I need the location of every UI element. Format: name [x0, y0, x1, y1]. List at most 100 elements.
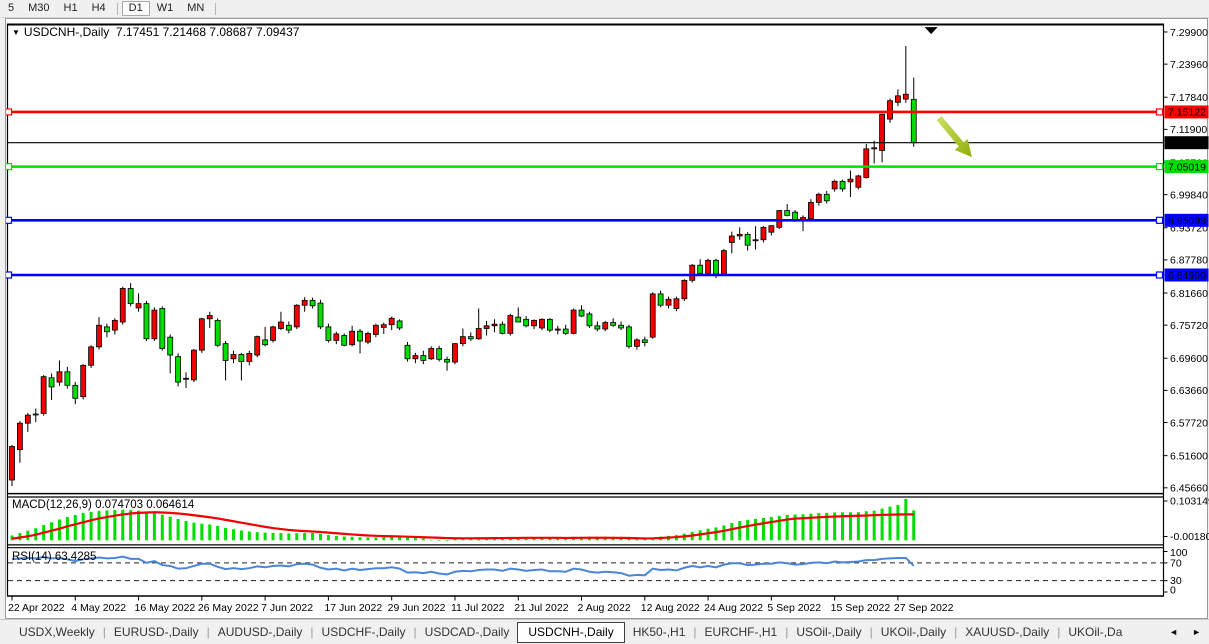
candle — [199, 318, 204, 353]
date-tick-label: 4 May 2022 — [71, 602, 126, 614]
candle — [824, 191, 829, 203]
tab-separator: | — [867, 625, 876, 639]
candle — [358, 329, 363, 353]
candle — [555, 326, 560, 335]
chart-tab-usdx-weekly[interactable]: USDX,Weekly — [14, 622, 100, 642]
candle — [397, 319, 402, 330]
macd-histogram-bar — [137, 511, 140, 541]
price-chart[interactable]: 7.299007.239607.178407.119007.057806.998… — [6, 19, 1209, 618]
level-handle[interactable] — [1157, 164, 1163, 170]
level-handle[interactable] — [6, 109, 12, 115]
candle — [191, 349, 196, 382]
chart-tab-audusd-daily[interactable]: AUDUSD-,Daily — [213, 622, 308, 642]
candle — [405, 342, 410, 361]
tab-separator: | — [307, 625, 316, 639]
level-handle[interactable] — [1157, 109, 1163, 115]
chart-window[interactable]: 7.299007.239607.178407.119007.057806.998… — [5, 18, 1208, 619]
macd-histogram-bar — [746, 520, 749, 540]
toolbar-separator — [215, 3, 216, 15]
timeframe-button-mn[interactable]: MN — [180, 1, 211, 16]
candle — [658, 291, 663, 308]
candle — [698, 259, 703, 276]
level-handle[interactable] — [6, 164, 12, 170]
triangle-down-marker[interactable] — [925, 27, 938, 34]
macd-histogram-bar — [327, 535, 330, 540]
macd-histogram-bar — [161, 515, 164, 541]
candle — [278, 312, 283, 330]
level-handle[interactable] — [1157, 217, 1163, 223]
level-handle[interactable] — [6, 217, 12, 223]
chart-tab-eurusd-daily[interactable]: EURUSD-,Daily — [109, 622, 204, 642]
level-handle[interactable] — [6, 272, 12, 278]
candle — [207, 312, 212, 328]
candle — [603, 321, 608, 331]
date-tick-label: 26 May 2022 — [198, 602, 259, 614]
chart-tab-usdchf-daily[interactable]: USDCHF-,Daily — [317, 622, 411, 642]
chart-tab-xauusd-daily[interactable]: XAUUSD-,Daily — [960, 622, 1054, 642]
date-tick-label: 11 Jul 2022 — [451, 602, 505, 614]
candle — [215, 318, 220, 347]
timeframe-button-d1[interactable]: D1 — [122, 1, 150, 16]
candle — [785, 204, 790, 216]
timeframe-button-w1[interactable]: W1 — [150, 1, 181, 16]
timeframe-button-m30[interactable]: M30 — [21, 1, 56, 16]
level-price-tag-text: 7.09437 — [1168, 138, 1206, 150]
tab-separator: | — [100, 625, 109, 639]
symbol-dropdown-icon[interactable]: ▼ — [12, 28, 20, 37]
tabs-scroll-left-icon[interactable]: ◄ — [1169, 627, 1178, 637]
price-tick-label: 6.69600 — [1170, 353, 1208, 365]
candle — [476, 308, 481, 339]
macd-histogram-bar — [335, 536, 338, 540]
macd-histogram-bar — [90, 512, 93, 540]
candle — [160, 306, 165, 350]
date-tick-label: 7 Jun 2022 — [261, 602, 313, 614]
candle — [532, 319, 537, 329]
macd-histogram-bar — [105, 510, 108, 540]
candle — [381, 323, 386, 334]
down-arrow-annotation[interactable] — [933, 113, 979, 163]
macd-histogram-bar — [730, 523, 733, 540]
candle — [255, 336, 260, 358]
chart-tab-usoil-daily[interactable]: USOil-,Daily — [791, 622, 866, 642]
price-tick-label: 6.45660 — [1170, 483, 1208, 495]
macd-axis-label: -0.001805 — [1170, 531, 1209, 543]
candle — [856, 175, 861, 190]
candle — [263, 327, 268, 346]
chart-title-text: USDCNH-,Daily 7.17451 7.21468 7.08687 7.… — [24, 25, 300, 39]
macd-histogram-bar — [406, 538, 409, 541]
candle — [136, 293, 141, 311]
timeframe-button-5[interactable]: 5 — [1, 1, 21, 16]
chart-tab-hk50-h1[interactable]: HK50-,H1 — [628, 622, 691, 642]
timeframe-button-h4[interactable]: H4 — [85, 1, 113, 16]
candle — [547, 318, 552, 332]
candle — [437, 346, 442, 362]
candle — [326, 324, 331, 343]
candle — [706, 259, 711, 275]
candle — [753, 226, 758, 249]
chart-tab-ukoil-daily[interactable]: UKOil-,Daily — [876, 622, 951, 642]
price-tick-label: 6.57720 — [1170, 417, 1208, 429]
candle — [239, 353, 244, 381]
tabs-scroll-right-icon[interactable]: ► — [1192, 627, 1201, 637]
price-tick-label: 7.23960 — [1170, 59, 1208, 71]
chart-tab-ukoil-da[interactable]: UKOil-,Da — [1063, 622, 1127, 642]
chart-tab-usdcnh-daily[interactable]: USDCNH-,Daily — [517, 622, 624, 643]
macd-histogram-bar — [343, 536, 346, 540]
date-tick-label: 21 Jul 2022 — [514, 602, 568, 614]
macd-histogram-bar — [216, 526, 219, 540]
price-axis: 7.299007.239607.178407.119007.057806.998… — [1164, 27, 1209, 495]
candle — [650, 292, 655, 339]
chart-tab-usdcad-daily[interactable]: USDCAD-,Daily — [420, 622, 515, 642]
candle — [721, 249, 726, 276]
candle — [595, 321, 600, 331]
candle — [808, 199, 813, 221]
level-handle[interactable] — [1157, 272, 1163, 278]
timeframe-button-h1[interactable]: H1 — [57, 1, 85, 16]
price-tick-label: 6.87780 — [1170, 255, 1208, 267]
candle — [492, 319, 497, 332]
candle — [626, 325, 631, 349]
rsi-panel: 10070300 — [8, 547, 1188, 597]
candle — [642, 337, 647, 347]
date-tick-label: 27 Sep 2022 — [894, 602, 954, 614]
chart-tab-eurchf-h1[interactable]: EURCHF-,H1 — [700, 622, 783, 642]
